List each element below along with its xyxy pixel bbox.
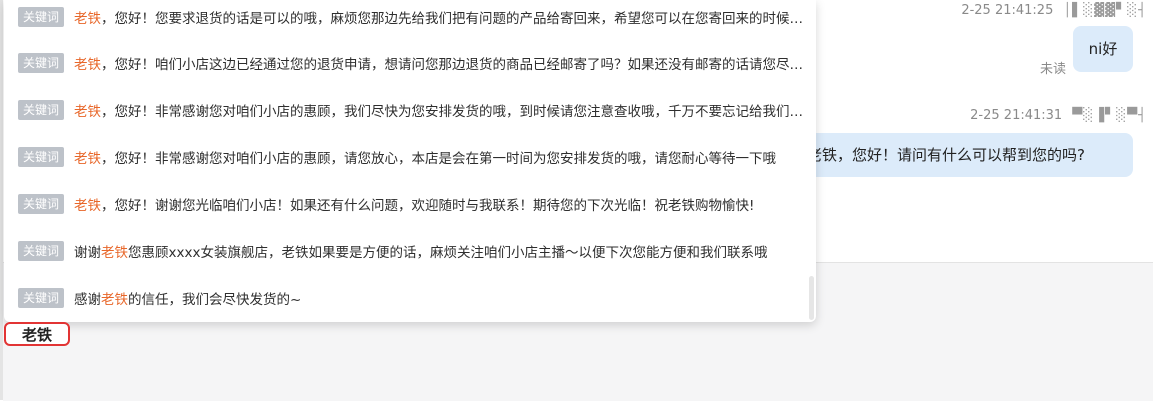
keyword-highlight: 老铁 xyxy=(74,198,102,214)
keyword-badge: 关键词 xyxy=(18,100,65,120)
keyword-badge: 关键词 xyxy=(18,53,65,73)
keyword-badge: 关键词 xyxy=(18,194,65,214)
quick-reply-text: 老铁，您好！您要求退货的话是可以的哦，麻烦您那边先给我们把有问题的产品给寄回来，… xyxy=(74,11,808,27)
quick-reply-text: 感谢老铁的信任，我们会尽快发货的~ xyxy=(74,292,302,308)
read-status: 未读 xyxy=(1039,62,1066,77)
keyword-badge: 关键词 xyxy=(18,241,65,261)
keyword-highlight: 老铁 xyxy=(74,104,102,120)
keyword-highlight: 老铁 xyxy=(74,57,102,73)
message-bubble: 老铁，您好！请问有什么可以帮到您的吗? xyxy=(793,133,1133,177)
quick-reply-item[interactable]: 关键词 老铁，您好！谢谢您光临咱们小店！如果还有什么问题，欢迎随时与我联系！期待… xyxy=(18,189,808,219)
message-bubble: ni好 xyxy=(1073,26,1133,72)
message-text: 老铁，您好！请问有什么可以帮到您的吗? xyxy=(807,146,1085,164)
keyword-badge: 关键词 xyxy=(18,7,65,27)
keyword-highlight: 老铁 xyxy=(74,11,102,27)
quick-reply-item[interactable]: 关键词 谢谢老铁您惠顾xxxx女装旗舰店，老铁如果要是方便的话，麻烦关注咱们小店… xyxy=(18,236,808,266)
quick-reply-text: 老铁，您好！谢谢您光临咱们小店！如果还有什么问题，欢迎随时与我联系！期待您的下次… xyxy=(74,198,755,214)
quick-reply-item[interactable]: 关键词 老铁，您好！您要求退货的话是可以的哦，麻烦您那边先给我们把有问题的产品给… xyxy=(18,2,808,32)
timestamp-text: 2-25 21:41:31 xyxy=(970,108,1063,123)
message-timestamp: 2-25 21:41:31 ▀░▐▘░▀┤ xyxy=(970,108,1147,123)
message-text: ni好 xyxy=(1088,40,1118,58)
message-timestamp: 2-25 21:41:25 │▌░▓▓▘░┤ xyxy=(961,3,1147,18)
quick-reply-dropdown: 关键词 老铁，您好！您要求退货的话是可以的哦，麻烦您那边先给我们把有问题的产品给… xyxy=(4,0,816,322)
keyword-highlight: 老铁 xyxy=(74,151,102,167)
quick-reply-text: 老铁，您好！非常感谢您对咱们小店的惠顾，我们尽快为您安排发货的哦，到时候请您注意… xyxy=(74,104,808,120)
dropdown-scrollbar[interactable] xyxy=(809,276,814,320)
timestamp-text: 2-25 21:41:25 xyxy=(961,3,1054,18)
quick-reply-item[interactable]: 关键词 老铁，您好！咱们小店这边已经通过您的退货申请，想请问您那边退货的商品已经… xyxy=(18,48,808,78)
quick-reply-text: 谢谢老铁您惠顾xxxx女装旗舰店，老铁如果要是方便的话，麻烦关注咱们小店主播～以… xyxy=(74,245,768,261)
quick-reply-item[interactable]: 关键词 老铁，您好！非常感谢您对咱们小店的惠顾，我们尽快为您安排发货的哦，到时候… xyxy=(18,95,808,125)
keyword-highlight: 老铁 xyxy=(101,292,129,308)
keyword-badge: 关键词 xyxy=(18,147,65,167)
quick-reply-text: 老铁，您好！咱们小店这边已经通过您的退货申请，想请问您那边退货的商品已经邮寄了吗… xyxy=(74,57,808,73)
quick-reply-text: 老铁，您好！非常感谢您对咱们小店的惠顾，请您放心，本店是会在第一时间为您安排发货… xyxy=(74,151,777,167)
quick-reply-item[interactable]: 关键词 感谢老铁的信任，我们会尽快发货的~ xyxy=(18,283,808,313)
sender-name-blurred: ▀░▐▘░▀┤ xyxy=(1072,108,1147,123)
message-input-text[interactable]: 老铁 xyxy=(4,322,70,346)
keyword-highlight: 老铁 xyxy=(101,245,129,261)
input-value: 老铁 xyxy=(21,325,52,344)
keyword-badge: 关键词 xyxy=(18,288,65,308)
quick-reply-item[interactable]: 关键词 老铁，您好！非常感谢您对咱们小店的惠顾，请您放心，本店是会在第一时间为您… xyxy=(18,142,808,172)
sender-name-blurred: │▌░▓▓▘░┤ xyxy=(1063,3,1147,18)
